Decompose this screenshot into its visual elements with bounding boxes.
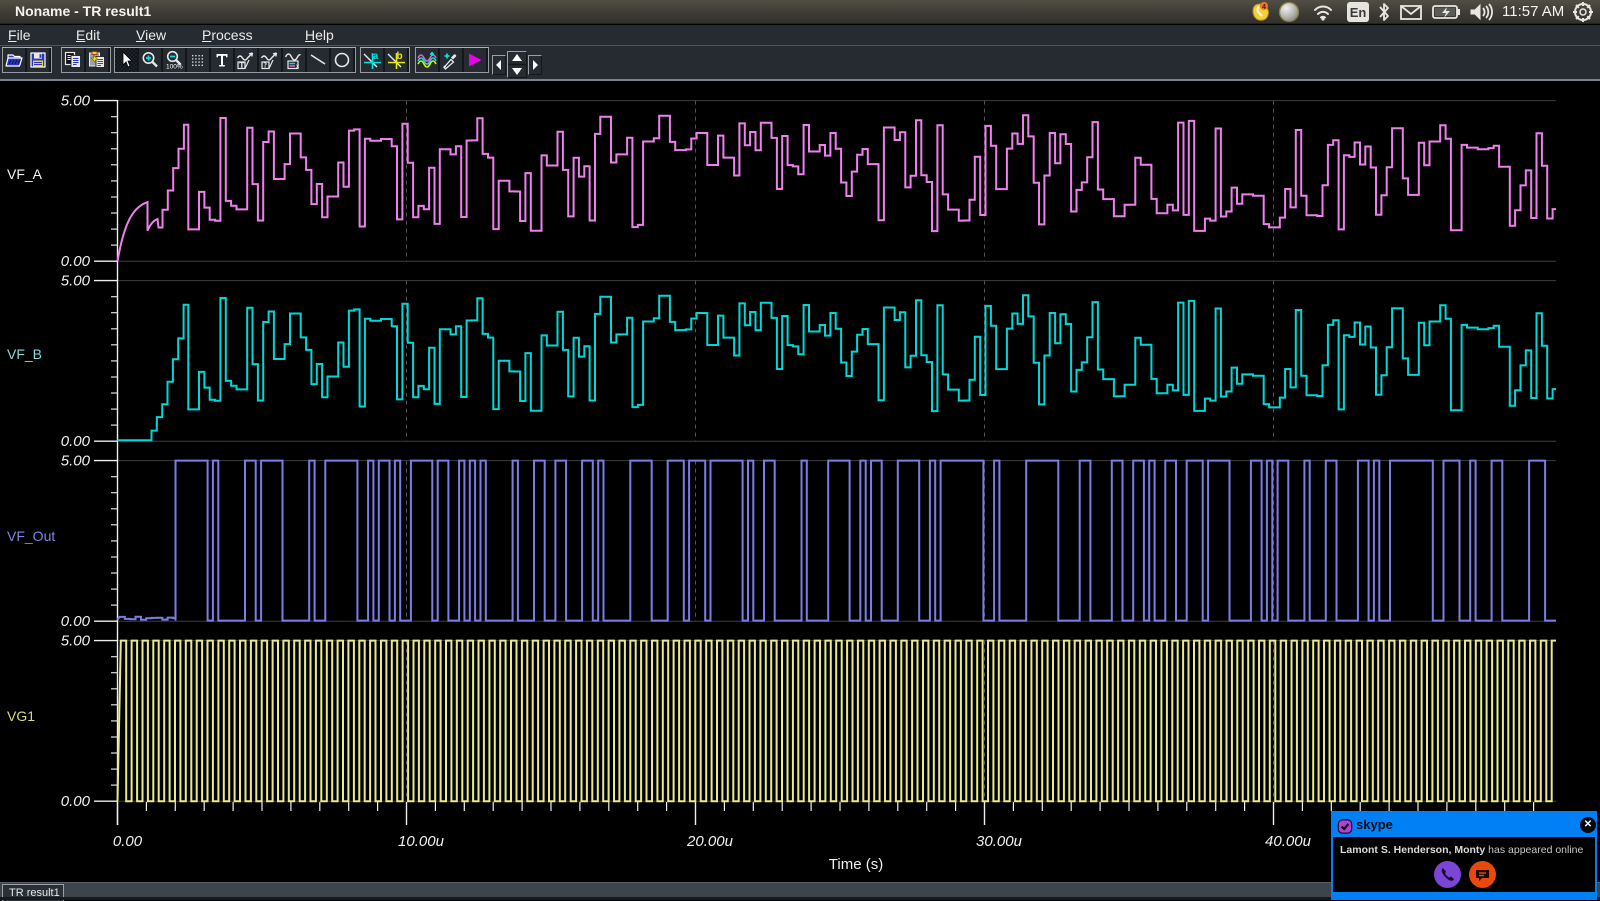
svg-text:Time (s): Time (s) bbox=[829, 856, 883, 873]
svg-text:En: En bbox=[1350, 5, 1367, 20]
svg-text:40.00u: 40.00u bbox=[1265, 833, 1312, 850]
svg-text:4: 4 bbox=[1262, 4, 1266, 11]
svg-text:10.00u: 10.00u bbox=[398, 833, 445, 850]
svg-text:5.00: 5.00 bbox=[61, 633, 91, 650]
svg-text:0.00: 0.00 bbox=[61, 793, 91, 810]
svg-text:100%: 100% bbox=[166, 64, 183, 71]
svg-text:VF_B: VF_B bbox=[7, 346, 42, 362]
svg-text:20.00u: 20.00u bbox=[686, 833, 734, 850]
svg-text:x: x bbox=[296, 64, 299, 70]
svg-text:5.00: 5.00 bbox=[61, 273, 91, 290]
svg-text:0.00: 0.00 bbox=[61, 613, 91, 630]
svg-text:0.00: 0.00 bbox=[113, 833, 143, 850]
svg-text:?: ? bbox=[264, 62, 268, 70]
svg-text:b: b bbox=[396, 51, 402, 62]
svg-text:0.00: 0.00 bbox=[61, 433, 91, 450]
svg-text:5.00: 5.00 bbox=[61, 93, 91, 110]
svg-text:T: T bbox=[240, 62, 245, 70]
svg-text:VG1: VG1 bbox=[7, 708, 35, 724]
svg-text:30.00u: 30.00u bbox=[976, 833, 1023, 850]
svg-text:5.00: 5.00 bbox=[61, 453, 91, 470]
svg-text:0.00: 0.00 bbox=[61, 253, 91, 270]
svg-text:a: a bbox=[373, 51, 379, 62]
svg-text:VF_Out: VF_Out bbox=[7, 528, 55, 544]
svg-text:VF_A: VF_A bbox=[7, 166, 43, 182]
